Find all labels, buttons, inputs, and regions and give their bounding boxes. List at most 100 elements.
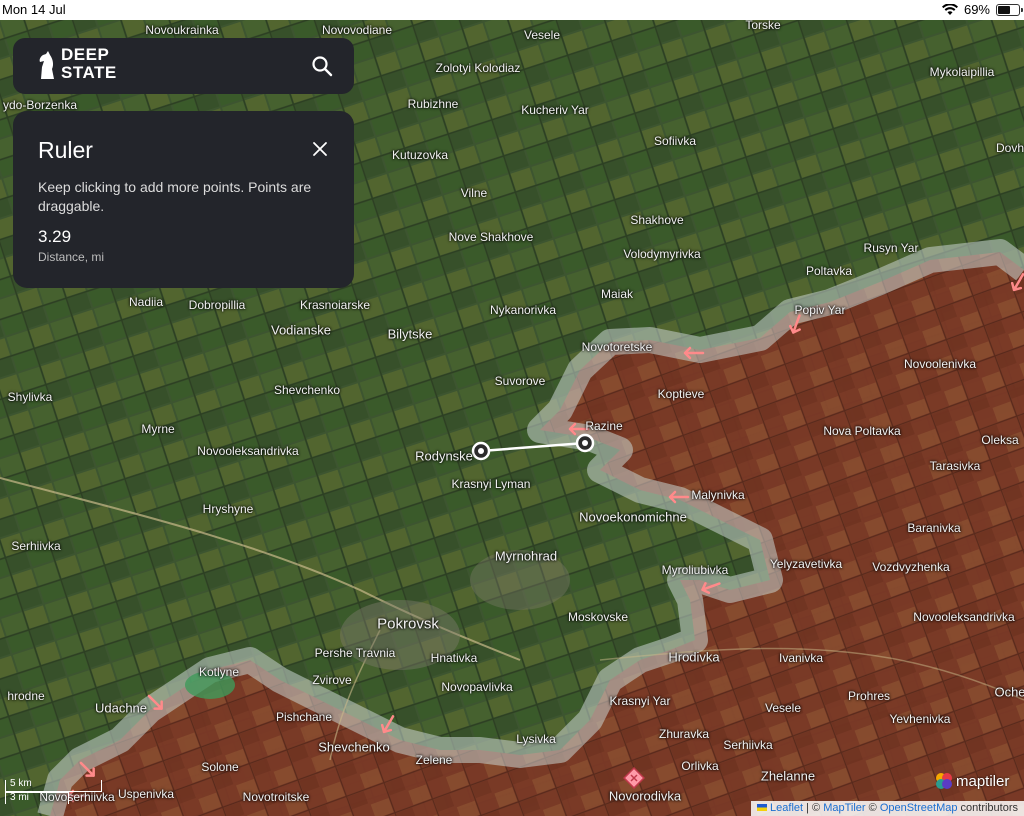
place-label: Yevhenivka: [889, 712, 951, 726]
ruler-point-start[interactable]: [471, 441, 491, 461]
ruler-description: Keep clicking to add more points. Points…: [38, 179, 312, 214]
close-icon[interactable]: [312, 141, 328, 157]
arrow-icon: [683, 346, 705, 360]
leaflet-link[interactable]: Leaflet: [770, 802, 803, 814]
maptiler-link[interactable]: MapTiler: [823, 802, 865, 814]
place-label: Uspenivka: [117, 787, 175, 801]
place-label: Volodymyrivka: [623, 247, 701, 261]
place-label: Myrnohrad: [494, 548, 558, 564]
place-label: Novorodivka: [608, 788, 682, 804]
place-label: Zhuravka: [658, 727, 710, 741]
place-label: Novopavlivka: [441, 680, 513, 694]
scale-km: 5 km: [10, 778, 32, 789]
place-label: Vodianske: [271, 322, 331, 338]
place-label: Novovodiane: [321, 23, 393, 37]
arrow-icon: [1010, 273, 1024, 292]
place-label: Zelene: [415, 753, 453, 767]
logo-text-deep: DEEP: [61, 45, 110, 64]
place-label: Vilne: [460, 186, 488, 200]
maptiler-icon: [936, 773, 952, 789]
place-label: Novotroitske: [242, 790, 310, 804]
maptiler-label: maptiler: [956, 772, 1010, 790]
place-label: Torske: [745, 20, 781, 32]
knight-logo-icon: [39, 51, 54, 79]
place-label: Kotlyne: [198, 665, 240, 679]
place-label: Krasnoiarske: [299, 298, 371, 312]
place-label: Hrodivka: [668, 649, 720, 665]
place-label: Razine: [585, 419, 623, 433]
wifi-icon: [941, 3, 958, 15]
place-label: Vesele: [523, 28, 561, 42]
place-label: Yelyzavetivka: [769, 557, 843, 571]
place-label: Mykolaipillia: [929, 65, 995, 79]
place-label: ydo-Borzenka: [2, 98, 78, 112]
ruler-distance-unit: Distance, mi: [38, 250, 105, 264]
ruler-panel: Ruler Keep clicking to add more points. …: [13, 111, 354, 288]
osm-link[interactable]: OpenStreetMap: [880, 802, 958, 814]
place-label: Rusyn Yar: [863, 241, 919, 255]
scale-mi: 3 mi: [10, 792, 29, 803]
ruler-distance-value: 3.29: [38, 227, 72, 246]
arrow-icon: [701, 582, 721, 594]
place-label: Rubizhne: [407, 97, 459, 111]
place-label: Sofiivka: [653, 134, 697, 148]
place-label: Kucheriv Yar: [521, 103, 589, 117]
place-label: Zhelanne: [760, 768, 816, 784]
place-label: Zolotyi Kolodiaz: [435, 61, 521, 75]
search-icon[interactable]: [310, 54, 334, 78]
place-label: Hnativka: [430, 651, 478, 665]
place-label: Novotoretske: [581, 340, 653, 354]
place-label: Myroliubivka: [661, 563, 729, 577]
place-label: Novoekonomichne: [579, 509, 687, 525]
place-label: Novoukrainka: [145, 23, 219, 37]
place-label: Suvorove: [494, 374, 546, 388]
place-label: Kutuzovka: [391, 148, 449, 162]
maptiler-logo[interactable]: maptiler: [935, 772, 1009, 790]
place-label: Novooleksandrivka: [913, 610, 1015, 624]
hostile-marker-icon: [623, 767, 645, 789]
place-label: Solone: [201, 760, 239, 774]
place-label: Malynivka: [691, 488, 745, 502]
arrow-icon: [668, 490, 690, 504]
place-label: Nova Poltavka: [823, 424, 901, 438]
place-label: Vozdvyzhenka: [872, 560, 950, 574]
place-label: Baranivka: [907, 521, 961, 535]
place-label: Poltavka: [805, 264, 853, 278]
place-label: Maiak: [600, 287, 634, 301]
place-label: Pershe Travnia: [314, 646, 396, 660]
place-label: Krasnyi Lyman: [451, 477, 531, 491]
place-label: Krasnyi Yar: [609, 694, 671, 708]
deepstate-logo[interactable]: DEEP STATE: [37, 46, 117, 82]
ukraine-flag-icon: [757, 804, 768, 811]
place-label: hrodne: [7, 689, 45, 703]
place-label: Koptieve: [657, 387, 705, 401]
place-label: Vesele: [764, 701, 802, 715]
arrow-icon: [147, 694, 163, 710]
place-label: Myrne: [141, 422, 175, 436]
place-label: Oche: [994, 684, 1024, 700]
battery-percent: 69%: [963, 2, 990, 17]
place-label: Orlivka: [681, 759, 719, 773]
scale-bar: 5 km 3 mi: [5, 778, 102, 804]
ruler-title: Ruler: [38, 137, 93, 163]
place-label: Novooleksandrivka: [197, 444, 299, 458]
place-label: Novoolenivka: [903, 357, 977, 371]
place-label: Dobropillia: [188, 298, 246, 312]
map-attribution: Leaflet | © MapTiler © OpenStreetMap con…: [751, 801, 1024, 816]
place-label: Shevchenko: [273, 383, 341, 397]
logo-text-state: STATE: [61, 63, 117, 82]
place-label: Lysivka: [516, 732, 556, 746]
place-label: Nadiia: [128, 295, 164, 309]
place-label: Nove Shakhove: [448, 230, 534, 244]
place-label: Serhiivka: [11, 539, 61, 553]
place-label: Serhiivka: [723, 738, 773, 752]
place-label: Shylivka: [7, 390, 53, 404]
place-label: Pishchane: [275, 710, 333, 724]
ruler-point-end[interactable]: [575, 433, 595, 453]
place-label: Tarasivka: [929, 459, 981, 473]
attribution-sep: | ©: [803, 802, 824, 814]
status-bar: Mon 14 Jul 69%: [0, 0, 1024, 20]
attribution-sep: ©: [865, 802, 880, 814]
place-label: Rodynske: [415, 448, 473, 464]
arrow-icon: [79, 761, 95, 777]
